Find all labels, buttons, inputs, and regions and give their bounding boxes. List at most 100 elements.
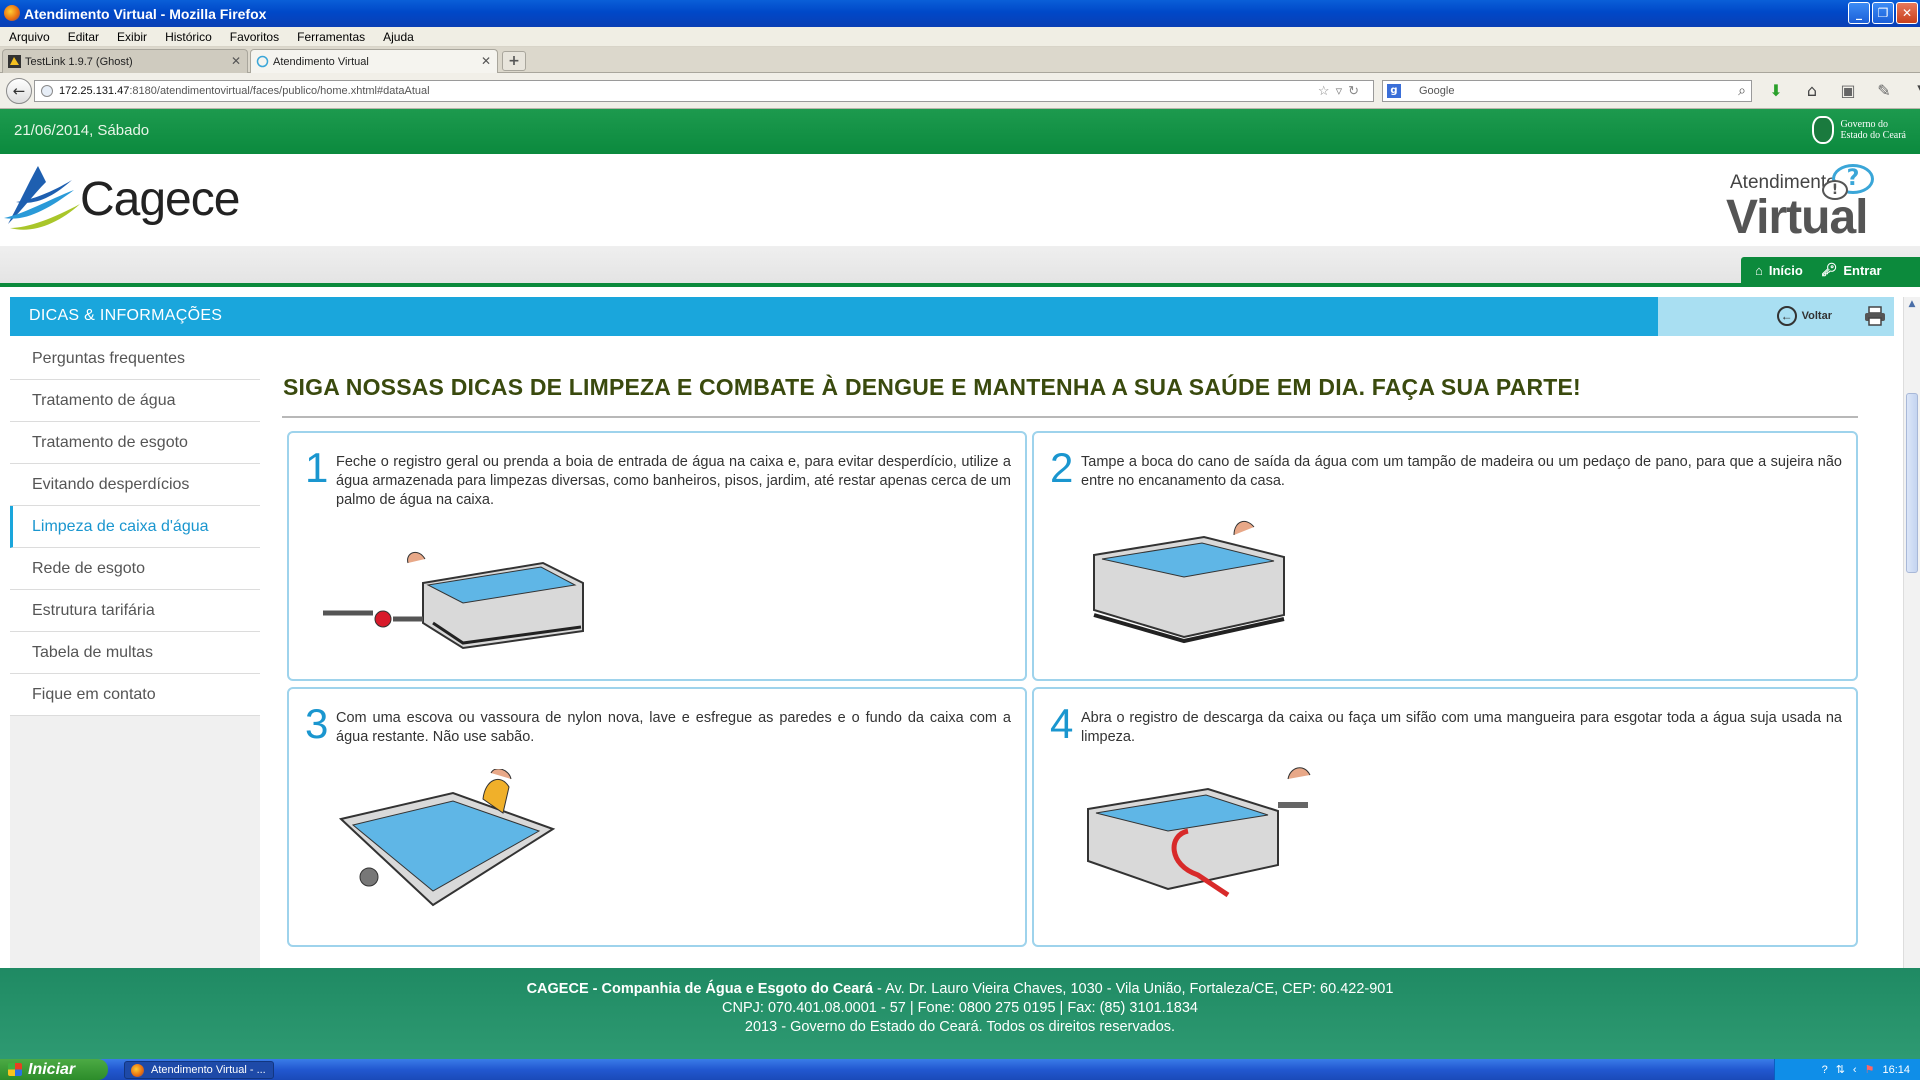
windows-taskbar: Iniciar Atendimento Virtual - ... ? ⇅ ‹ … <box>0 1059 1920 1080</box>
menu-arquivo[interactable]: Arquivo <box>0 30 59 44</box>
search-input[interactable]: g Google ⌕ <box>1382 80 1752 102</box>
step-number: 4 <box>1050 700 1074 747</box>
atendimento-virtual-logo: Atendimento Virtual ? ! <box>1722 162 1902 244</box>
sidebar-item-limpeza-caixa[interactable]: Limpeza de caixa d'água <box>10 506 260 548</box>
screenshot-icon[interactable]: ▣ <box>1836 81 1860 100</box>
inicio-label: Início <box>1768 262 1803 278</box>
site-identity-icon[interactable] <box>41 85 53 97</box>
tab-atendimento[interactable]: Atendimento Virtual ✕ <box>250 49 498 74</box>
scrollbar-thumb[interactable] <box>1906 393 1918 573</box>
sidebar-item-tabela-multas[interactable]: Tabela de multas <box>10 632 260 674</box>
step-text: Tampe a boca do cano de saída da água co… <box>1081 454 1842 489</box>
tab-label: Atendimento Virtual <box>273 56 369 68</box>
search-icon[interactable]: ⌕ <box>1738 82 1746 99</box>
download-icon[interactable]: ⬇ <box>1764 81 1788 100</box>
scroll-up-icon[interactable]: ▲ <box>1906 299 1918 311</box>
tab-label: TestLink 1.9.7 (Ghost) <box>25 55 133 68</box>
start-label: Iniciar <box>28 1060 76 1078</box>
new-tab-button[interactable]: + <box>502 51 526 71</box>
section-header: DICAS & INFORMAÇÕES ← Voltar <box>10 297 1894 336</box>
cagece-logo-text[interactable]: Cagece <box>80 172 240 227</box>
page-headline: SIGA NOSSAS DICAS DE LIMPEZA E COMBATE À… <box>283 374 1581 400</box>
tab-testlink[interactable]: TestLink 1.9.7 (Ghost) ✕ <box>2 49 248 73</box>
testlink-icon <box>8 55 21 68</box>
menu-historico[interactable]: Histórico <box>156 30 221 44</box>
top-green-bar: 21/06/2014, Sábado Governo do Estado do C… <box>0 109 1920 154</box>
ceara-seal-icon <box>1812 116 1835 144</box>
print-icon[interactable] <box>1864 306 1886 326</box>
back-button[interactable]: ← <box>6 78 32 104</box>
nav-strip <box>0 246 1920 283</box>
url-actions: ☆▿↻ <box>1318 83 1365 99</box>
menu-ferramentas[interactable]: Ferramentas <box>288 30 374 44</box>
sidebar-item-estrutura-tarifaria[interactable]: Estrutura tarifária <box>10 590 260 632</box>
main-content: SIGA NOSSAS DICAS DE LIMPEZA E COMBATE À… <box>272 338 1872 1059</box>
page-scrollbar[interactable]: ▲ ▼ <box>1903 297 1920 1059</box>
governo-ceara-logo[interactable]: Governo do Estado do Ceará <box>1812 116 1906 144</box>
current-date: 21/06/2014, Sábado <box>14 122 150 139</box>
av-line2: Virtual <box>1726 191 1868 244</box>
sidebar-item-tratamento-esgoto[interactable]: Tratamento de esgoto <box>10 422 260 464</box>
voltar-button[interactable]: ← Voltar <box>1776 306 1832 326</box>
history-dropdown-icon[interactable]: ▿ <box>1336 83 1349 98</box>
water-tank-illustration <box>1087 767 1311 898</box>
url-path: :8180/atendimentovirtual/faces/publico/h… <box>129 85 430 97</box>
cagece-logo-mark[interactable] <box>2 162 82 234</box>
addon-icon[interactable]: ✎ <box>1872 81 1896 100</box>
exclamation-bubble-icon: ! <box>1822 180 1848 200</box>
sidebar-item-rede-esgoto[interactable]: Rede de esgoto <box>10 548 260 590</box>
google-icon[interactable]: g <box>1387 84 1401 98</box>
menu-editar[interactable]: Editar <box>59 30 108 44</box>
tab-close-icon[interactable]: ✕ <box>231 54 241 68</box>
bookmark-star-icon[interactable]: ☆ <box>1318 83 1336 98</box>
gov-line1: Governo do <box>1840 119 1888 130</box>
taskbar-item-label: Atendimento Virtual - ... <box>151 1064 266 1076</box>
network-tray-icon[interactable]: ⇅ <box>1836 1063 1845 1076</box>
tab-strip: TestLink 1.9.7 (Ghost) ✕ Atendimento Vir… <box>0 47 1920 74</box>
url-bar[interactable]: 172.25.131.47:8180/atendimentovirtual/fa… <box>34 80 1374 102</box>
step-card-2: 2 Tampe a boca do cano de saída da água … <box>1032 431 1858 681</box>
windows-logo-icon <box>8 1063 22 1076</box>
menu-exibir[interactable]: Exibir <box>108 30 156 44</box>
sidebar-item-contato[interactable]: Fique em contato <box>10 674 260 716</box>
firefox-icon <box>131 1064 144 1077</box>
arrow-tray-icon[interactable]: ‹ <box>1853 1064 1857 1076</box>
key-icon: 🔑︎ <box>1820 262 1838 277</box>
back-arrow-icon: ← <box>1776 306 1797 326</box>
sidebar-item-desperdicios[interactable]: Evitando desperdícios <box>10 464 260 506</box>
clock[interactable]: 16:14 <box>1882 1064 1910 1076</box>
page-footer: CAGECE - Companhia de Água e Esgoto do C… <box>0 968 1920 1059</box>
step-card-4: 4 Abra o registro de descarga da caixa o… <box>1032 687 1858 947</box>
help-tray-icon[interactable]: ? <box>1822 1064 1828 1076</box>
security-tray-icon[interactable]: ⚑ <box>1865 1063 1875 1076</box>
start-button[interactable]: Iniciar <box>0 1059 108 1080</box>
inicio-link[interactable]: ⌂ Início <box>1755 263 1803 278</box>
window-titlebar: Atendimento Virtual - Mozilla Firefox _ … <box>0 0 1920 27</box>
firefox-icon <box>4 5 20 21</box>
restore-button[interactable]: ❐ <box>1872 2 1894 24</box>
sidebar-item-tratamento-agua[interactable]: Tratamento de água <box>10 380 260 422</box>
minimize-button[interactable]: _ <box>1848 2 1870 24</box>
entrar-link[interactable]: 🔑︎ Entrar <box>1821 262 1882 278</box>
sidebar: Perguntas frequentes Tratamento de água … <box>10 338 260 1059</box>
footer-address: - Av. Dr. Lauro Vieira Chaves, 1030 - Vi… <box>873 981 1394 997</box>
menu-favoritos[interactable]: Favoritos <box>221 30 288 44</box>
divider <box>282 416 1858 418</box>
tab-close-icon[interactable]: ✕ <box>481 54 491 68</box>
home-icon[interactable]: ⌂ <box>1800 81 1824 100</box>
toolbar-menu-icon[interactable]: ▾ <box>1908 81 1920 100</box>
tab-favicon-icon <box>256 55 269 68</box>
step-number: 2 <box>1050 444 1074 491</box>
sidebar-item-perguntas[interactable]: Perguntas frequentes <box>10 338 260 380</box>
top-nav: ⌂ Início 🔑︎ Entrar <box>1741 257 1920 283</box>
taskbar-firefox-item[interactable]: Atendimento Virtual - ... <box>124 1061 274 1079</box>
footer-copyright: 2013 - Governo do Estado do Ceará. Todos… <box>744 1019 1176 1035</box>
search-placeholder: Google <box>1419 85 1455 97</box>
reload-icon[interactable]: ↻ <box>1348 83 1365 98</box>
close-window-button[interactable]: ✕ <box>1896 2 1918 24</box>
step-card-3: 3 Com uma escova ou vassoura de nylon no… <box>287 687 1027 947</box>
gov-line2: Estado do Ceará <box>1840 130 1906 141</box>
step-text: Abra o registro de descarga da caixa ou … <box>1081 710 1842 745</box>
logo-header: Cagece Atendimento Virtual ? ! <box>0 154 1920 246</box>
menu-ajuda[interactable]: Ajuda <box>374 30 423 44</box>
